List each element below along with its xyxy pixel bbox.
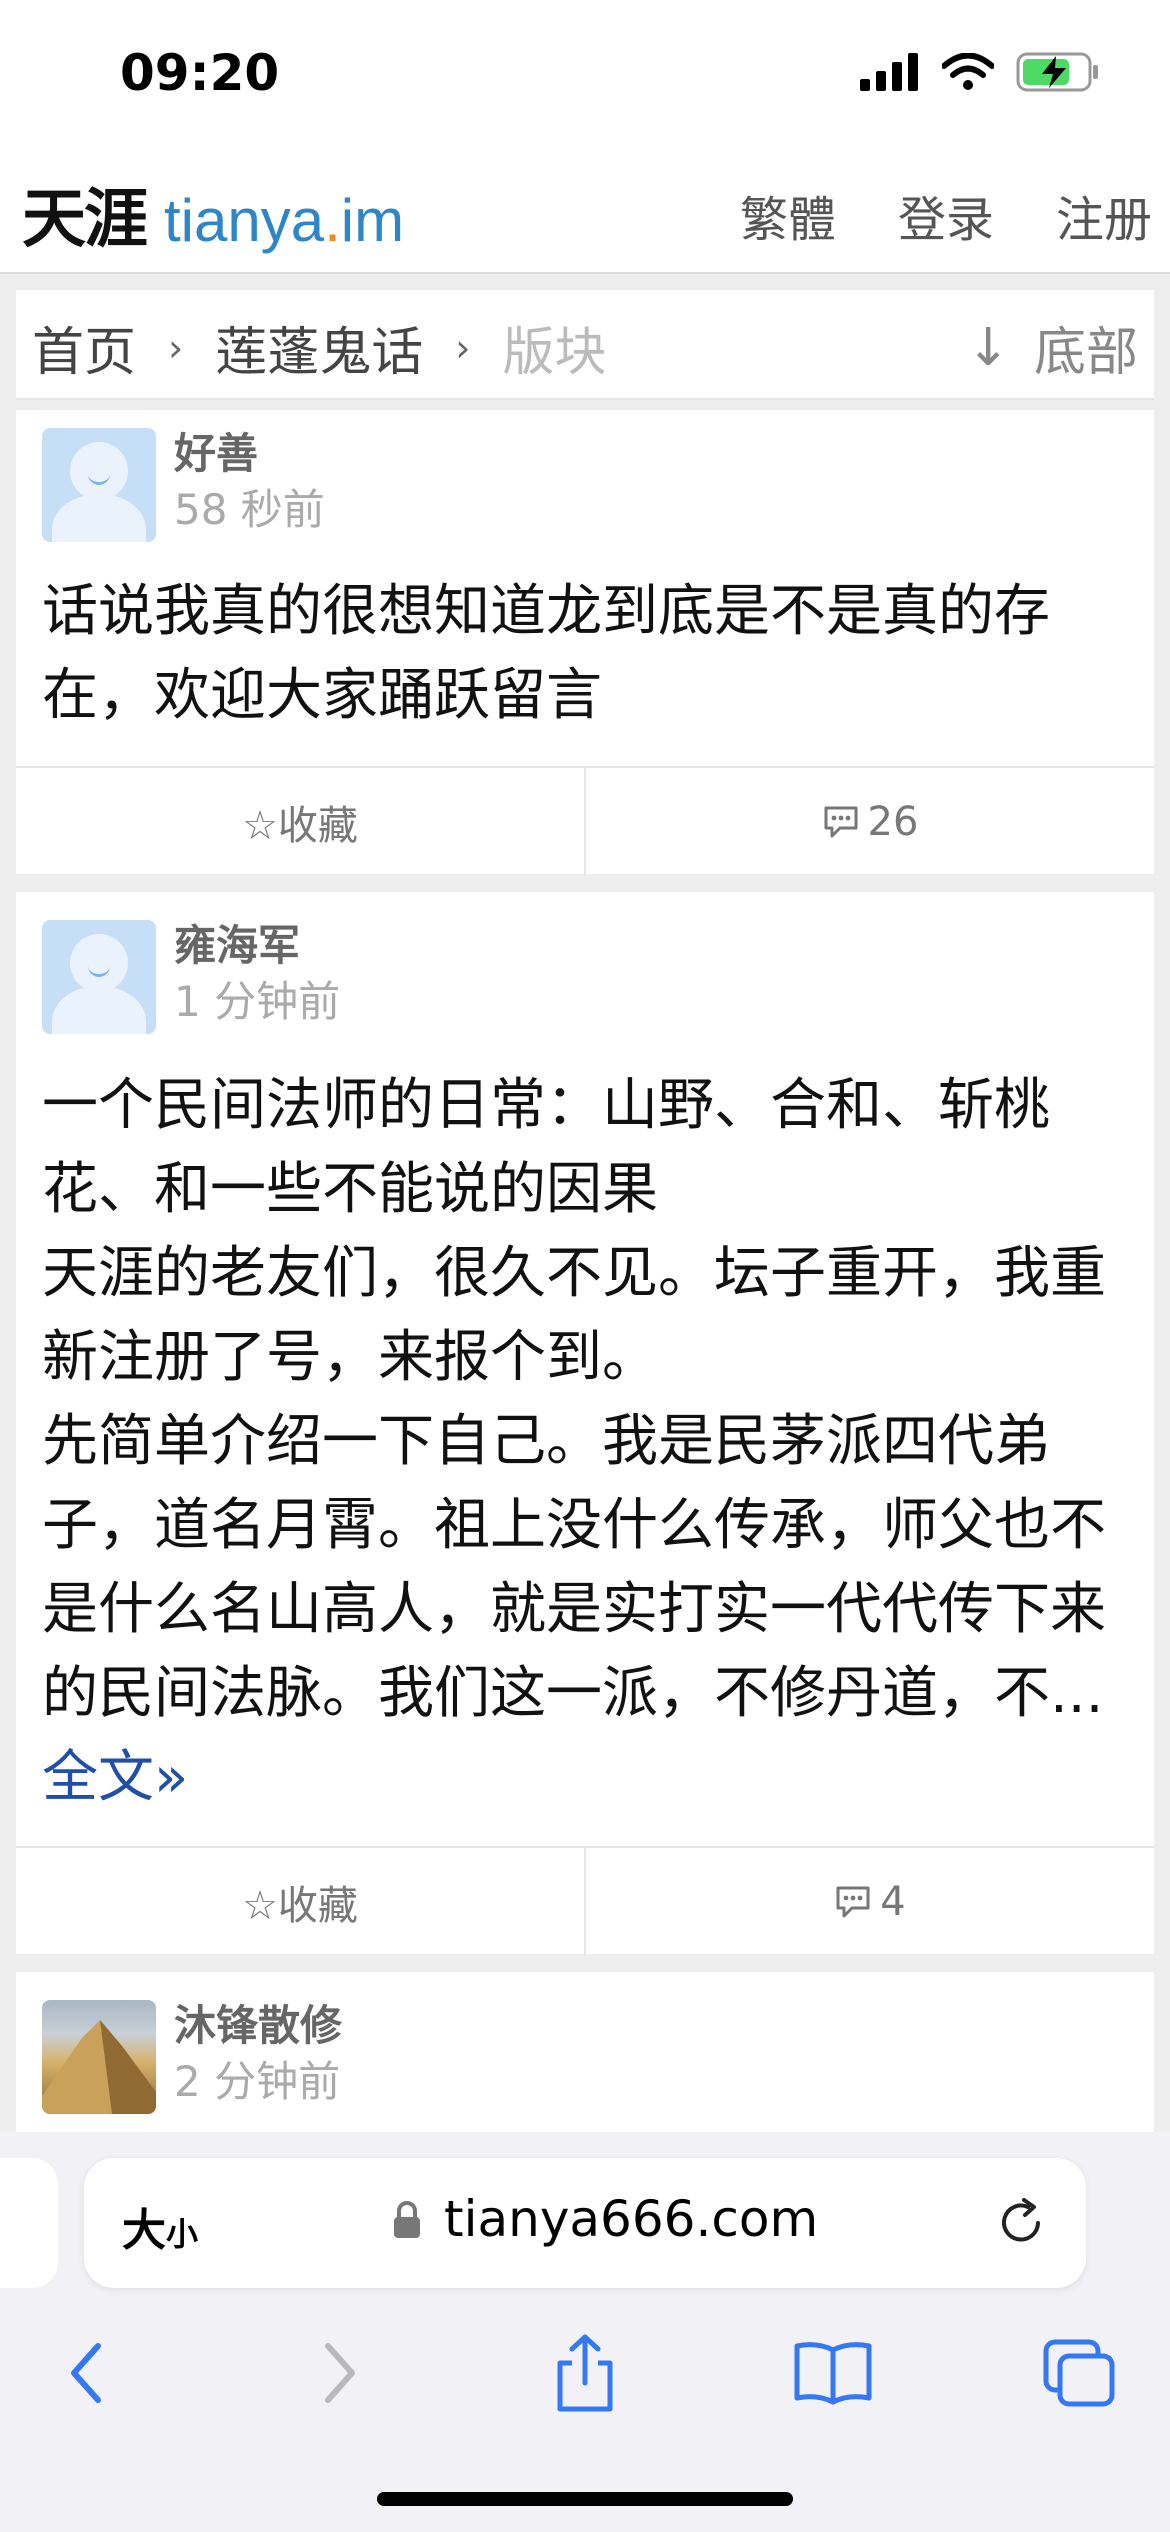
share-icon	[557, 2334, 613, 2412]
traditional-chinese-link[interactable]: 繁體	[740, 180, 836, 250]
share-button[interactable]	[540, 2328, 630, 2418]
post-actions: ☆收藏 4	[16, 1846, 1154, 1956]
comment-icon	[824, 806, 858, 838]
favorite-label: ☆收藏	[242, 803, 358, 849]
logo-en-tld: im	[340, 187, 405, 254]
breadcrumb-home[interactable]: 首页	[32, 310, 136, 385]
read-more-link[interactable]: 全文»	[42, 1745, 188, 1810]
cellular-signal-icon	[860, 53, 918, 91]
back-button[interactable]	[42, 2328, 132, 2418]
breadcrumb: 首页 › 莲蓬鬼话 › 版块 ↓ 底部	[16, 290, 1154, 400]
breadcrumb-board[interactable]: 莲蓬鬼话	[215, 310, 423, 385]
text-size-large: 大	[122, 2205, 166, 2256]
wifi-icon	[942, 53, 994, 90]
comments-button[interactable]: 26	[584, 768, 1154, 876]
logo-dot: .	[324, 187, 341, 254]
post-text[interactable]: 话说我真的很想知道龙到底是不是真的存在，欢迎大家踊跃留言	[42, 570, 1132, 738]
post-title-line: 一个民间法师的日常：山野、合和、斩桃花、和一些不能说的因果	[42, 1073, 1050, 1222]
logo-chinese: 天涯	[22, 183, 148, 257]
address-bar[interactable]: 大小 tianya666.com	[84, 2158, 1086, 2288]
post-header: 雍海军 1 分钟前	[42, 920, 340, 1034]
tabs-icon	[1043, 2339, 1115, 2407]
username[interactable]: 沐锋散修	[174, 2000, 342, 2052]
lock-icon	[394, 2201, 420, 2238]
forward-button[interactable]	[294, 2328, 384, 2418]
bookmarks-button[interactable]	[788, 2328, 878, 2418]
register-link[interactable]: 注册	[1056, 180, 1152, 250]
post-card: 好善 58 秒前 话说我真的很想知道龙到底是不是真的存在，欢迎大家踊跃留言 ☆收…	[16, 410, 1154, 876]
breadcrumb-separator: ›	[168, 325, 184, 370]
avatar[interactable]	[42, 920, 156, 1034]
favorite-label: ☆收藏	[242, 1883, 358, 1929]
clock: 09:20	[120, 44, 280, 102]
battery-charging-icon	[1016, 52, 1098, 92]
logo-english: tianya.im	[164, 186, 404, 255]
username[interactable]: 好善	[174, 428, 325, 480]
text-size-small: 小	[166, 2215, 199, 2253]
reload-icon[interactable]	[994, 2196, 1048, 2250]
status-icons	[860, 52, 1100, 92]
mountain-avatar-icon	[42, 2020, 156, 2114]
jump-to-bottom-label: 底部	[1033, 323, 1138, 383]
browser-toolbar: 大小 tianya666.com	[0, 2132, 1170, 2532]
post-body-excerpt: 先简单介绍一下自己。我是民茅派四代弟子，道名月霄。祖上没什么传承，师父也不是什么…	[42, 1409, 1106, 1726]
post-card: 雍海军 1 分钟前 一个民间法师的日常：山野、合和、斩桃花、和一些不能说的因果 …	[16, 892, 1154, 1956]
chevron-right-icon	[325, 2343, 355, 2403]
down-arrow-icon: ↓	[966, 317, 1010, 378]
jump-to-bottom-link[interactable]: ↓ 底部	[966, 310, 1138, 385]
tabs-button[interactable]	[1034, 2328, 1124, 2418]
site-logo[interactable]: 天涯 tianya.im	[22, 168, 404, 260]
post-header: 好善 58 秒前	[42, 428, 325, 542]
post-actions: ☆收藏 26	[16, 766, 1154, 876]
logo-en-part: tianya	[164, 187, 325, 254]
comment-icon	[836, 1886, 870, 1918]
comment-count: 26	[867, 799, 919, 845]
site-header: 天涯 tianya.im 繁體 登录 注册	[0, 150, 1170, 274]
post-time: 58 秒前	[174, 485, 325, 534]
book-icon	[794, 2342, 872, 2405]
post-time: 1 分钟前	[174, 977, 341, 1026]
avatar[interactable]	[42, 428, 156, 542]
login-link[interactable]: 登录	[898, 180, 994, 250]
post-body-line: 先简单介绍一下自己。我是民茅派四代弟子，道名月霄。祖上没什么传承，师父也不是什么…	[42, 1400, 1132, 1820]
avatar[interactable]	[42, 2000, 156, 2114]
chevron-left-icon	[71, 2343, 101, 2403]
post-card: 沐锋散修 2 分钟前	[16, 1972, 1154, 2152]
username[interactable]: 雍海军	[174, 920, 340, 972]
favorite-button[interactable]: ☆收藏	[16, 1848, 584, 1956]
favorite-button[interactable]: ☆收藏	[16, 768, 584, 876]
post-time: 2 分钟前	[174, 2057, 341, 2106]
status-bar: 09:20	[0, 0, 1170, 150]
text-size-button[interactable]: 大小	[122, 2194, 198, 2258]
post-text[interactable]: 一个民间法师的日常：山野、合和、斩桃花、和一些不能说的因果 天涯的老友们，很久不…	[42, 1064, 1132, 1820]
post-header: 沐锋散修 2 分钟前	[42, 2000, 342, 2114]
breadcrumb-separator: ›	[455, 325, 471, 370]
url-domain: tianya666.com	[444, 2190, 819, 2248]
comments-button[interactable]: 4	[584, 1848, 1154, 1956]
post-body-line: 天涯的老友们，很久不见。坛子重开，我重新注册了号，来报个到。	[42, 1241, 1106, 1390]
comment-count: 4	[880, 1879, 906, 1925]
header-nav: 繁體 登录 注册	[740, 180, 1170, 250]
home-indicator[interactable]	[377, 2492, 793, 2506]
breadcrumb-current: 版块	[502, 323, 607, 383]
previous-tab-preview[interactable]	[0, 2158, 58, 2288]
